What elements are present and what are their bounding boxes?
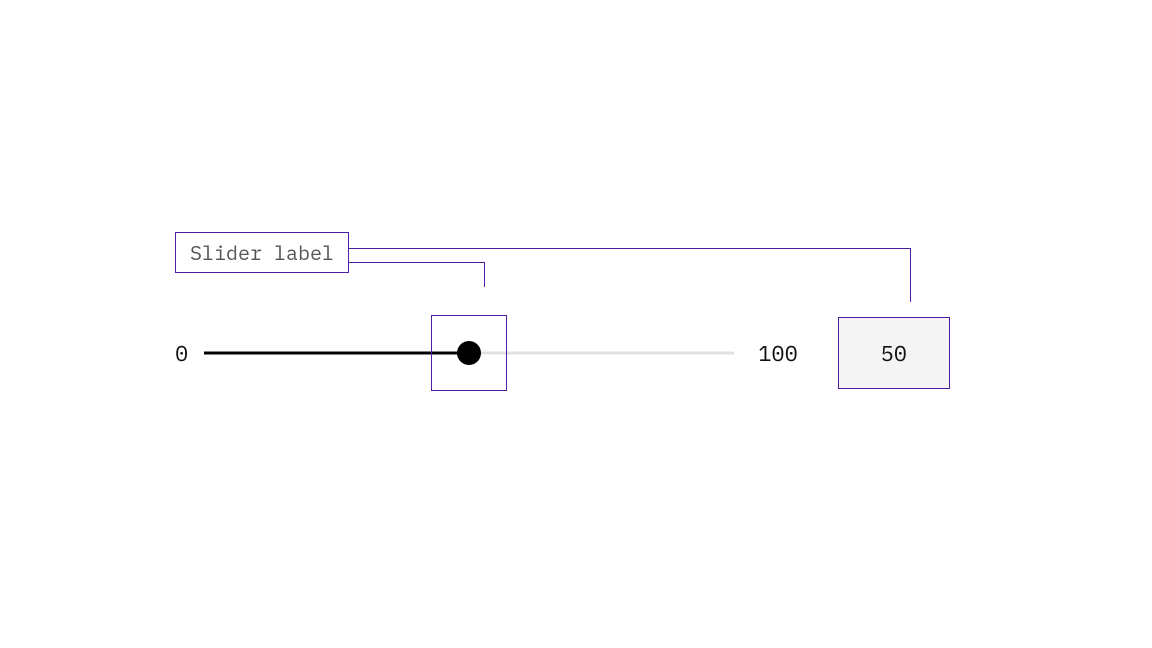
slider-label: Slider label — [175, 232, 349, 273]
slider-track-fill — [204, 352, 469, 355]
slider-row: 0 100 50 — [175, 317, 950, 389]
slider-range-max: 100 — [758, 339, 798, 368]
slider-value-input[interactable]: 50 — [838, 317, 950, 389]
slider-thumb-highlight — [431, 315, 507, 391]
slider-value-text: 50 — [881, 339, 907, 368]
slider-component-anatomy: Slider label 0 100 50 — [175, 232, 950, 389]
slider-track[interactable] — [204, 341, 734, 365]
slider-thumb[interactable] — [457, 341, 481, 365]
slider-label-text: Slider label — [190, 239, 334, 266]
slider-range-min: 0 — [175, 339, 188, 368]
